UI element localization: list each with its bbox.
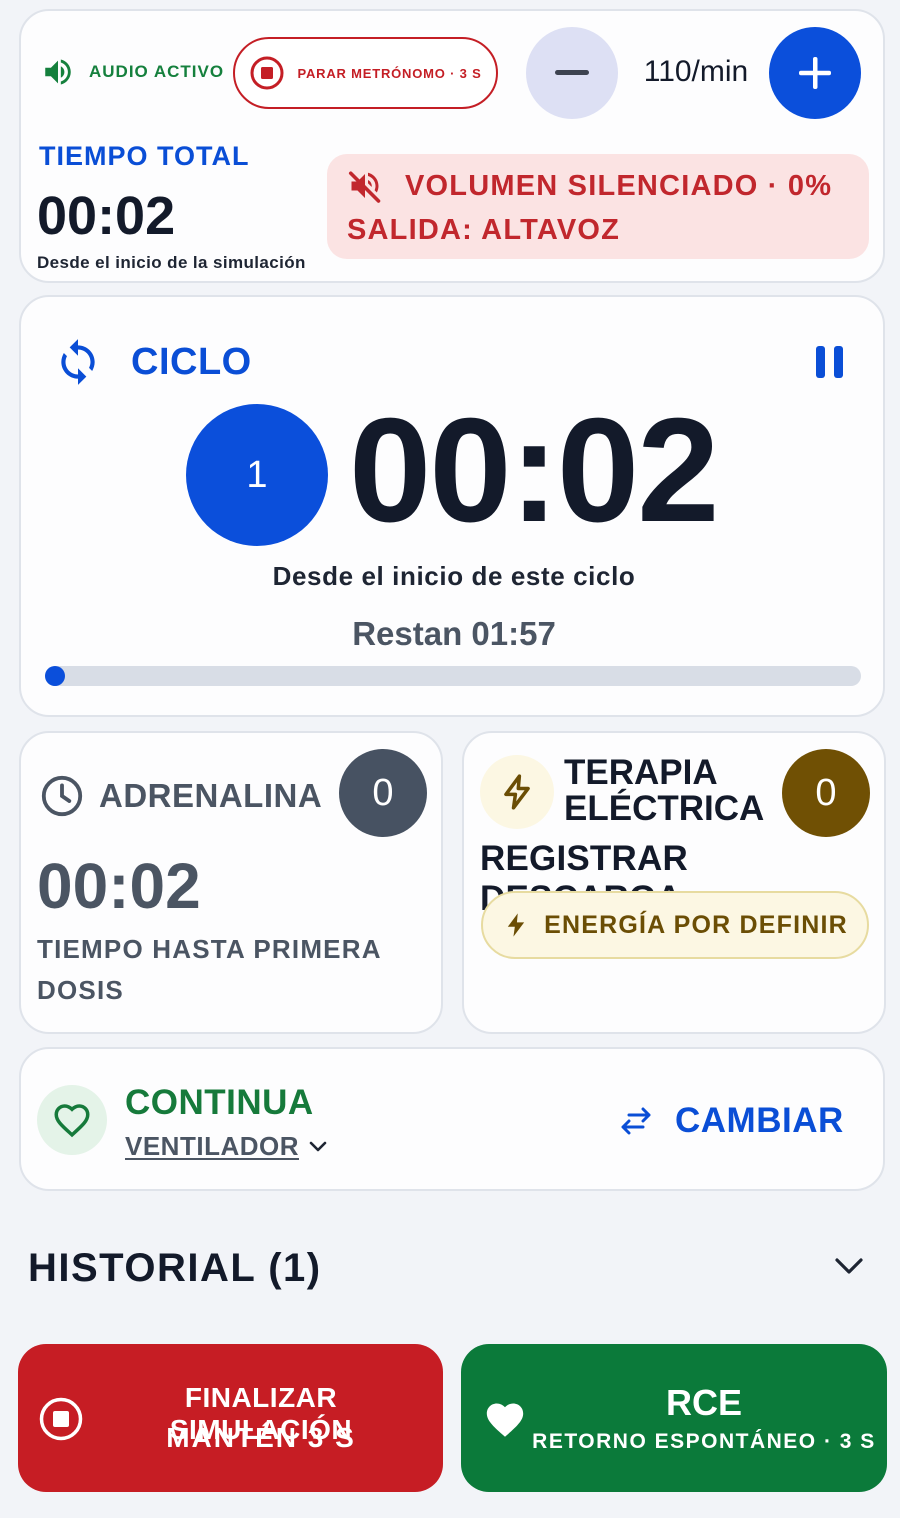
rhythm-card: CONTINUA VENTILADOR CAMBIAR <box>19 1047 885 1191</box>
bpm-value: 110/min <box>643 55 749 88</box>
bolt-icon <box>502 909 530 941</box>
end-simulation-hold-hint: MANTÉN 3 S <box>166 1422 356 1453</box>
adrenaline-title: ADRENALINA <box>99 777 323 814</box>
chevron-down-icon <box>834 1256 864 1276</box>
stop-circle-icon <box>249 55 285 91</box>
therapy-title-line1: TERAPIA <box>564 753 718 792</box>
volume-muted-warning: VOLUMEN SILENCIADO · 0% SALIDA: ALTAVOZ <box>327 154 869 259</box>
mute-warning-volume: VOLUMEN SILENCIADO · 0% <box>405 169 833 202</box>
therapy-title: TERAPIA ELÉCTRICA <box>564 755 764 827</box>
rhythm-icon-badge <box>37 1085 107 1155</box>
cycle-remaining: Restan 01:57 <box>352 615 556 652</box>
minus-icon <box>555 70 589 76</box>
rhythm-name: CONTINUA <box>125 1083 314 1122</box>
clock-icon <box>39 773 85 819</box>
total-time-label: TIEMPO TOTAL <box>39 141 250 171</box>
chevron-down-icon <box>309 1141 327 1153</box>
device-label: VENTILADOR <box>125 1131 299 1161</box>
cycle-number-badge: 1 <box>186 404 328 546</box>
cycle-title: CICLO <box>131 340 252 383</box>
audio-status-label: AUDIO ACTIVO <box>89 62 225 81</box>
heart-icon <box>483 1398 527 1438</box>
total-time-subtitle: Desde el inicio de la simulación <box>37 253 306 272</box>
shock-count-badge: 0 <box>782 749 870 837</box>
change-rhythm-button[interactable]: CAMBIAR <box>619 1101 844 1141</box>
cycle-header: CICLO <box>53 337 252 387</box>
cycle-progress-bar <box>45 666 861 686</box>
rce-subtitle: RETORNO ESPONTÁNEO · 3 S <box>532 1430 876 1453</box>
history-toggle[interactable] <box>834 1256 864 1276</box>
cycle-timer: 00:02 <box>349 388 720 553</box>
adrenaline-header: ADRENALINA <box>39 773 322 819</box>
rce-label: RCE <box>665 1382 742 1423</box>
adrenaline-subtitle: TIEMPO HASTA PRIMERA DOSIS <box>37 934 381 1005</box>
total-time-value: 00:02 <box>37 186 176 246</box>
pause-icon <box>815 345 845 379</box>
mute-warning-row: VOLUMEN SILENCIADO · 0% <box>347 168 832 204</box>
stop-metronome-button[interactable]: PARAR METRÓNOMO · 3 S <box>233 37 498 109</box>
cycle-progress-fill <box>45 666 65 686</box>
bolt-icon <box>498 773 536 811</box>
energy-select-button[interactable]: ENERGÍA POR DEFINIR <box>481 891 869 959</box>
top-status-card: AUDIO ACTIVO PARAR METRÓNOMO · 3 S 110/m… <box>19 9 885 283</box>
adrenaline-card[interactable]: ADRENALINA 0 00:02 TIEMPO HASTA PRIMERA … <box>19 731 443 1034</box>
mute-warning-output: SALIDA: ALTAVOZ <box>347 214 621 246</box>
pause-button[interactable] <box>815 345 845 379</box>
electric-therapy-card[interactable]: TERAPIA ELÉCTRICA 0 REGISTRAR DESCARGA E… <box>462 731 886 1034</box>
adrenaline-count-badge: 0 <box>339 749 427 837</box>
stop-metronome-label: PARAR METRÓNOMO · 3 S <box>297 65 482 81</box>
decrease-bpm-button[interactable] <box>526 27 618 119</box>
increase-bpm-button[interactable] <box>769 27 861 119</box>
change-rhythm-label: CAMBIAR <box>675 1101 844 1140</box>
cycle-subtitle: Desde el inicio de este ciclo <box>272 561 636 591</box>
therapy-icon-badge <box>480 755 554 829</box>
sync-icon <box>53 337 103 387</box>
heart-outline-icon <box>51 1099 93 1141</box>
rce-button[interactable]: RCE RETORNO ESPONTÁNEO · 3 S <box>461 1344 887 1492</box>
cycle-card: CICLO 1 00:02 Desde el inicio de este ci… <box>19 295 885 717</box>
muted-speaker-icon <box>347 168 383 204</box>
therapy-title-line2: ELÉCTRICA <box>564 789 765 828</box>
adrenaline-timer: 00:02 <box>37 850 201 922</box>
plus-icon <box>797 55 833 91</box>
audio-toggle[interactable]: AUDIO ACTIVO <box>41 55 224 89</box>
swap-arrows-icon <box>619 1106 653 1136</box>
history-title[interactable]: HISTORIAL (1) <box>28 1246 322 1291</box>
energy-label: ENERGÍA POR DEFINIR <box>544 910 848 939</box>
speaker-icon <box>41 55 75 89</box>
end-simulation-button[interactable]: FINALIZAR SIMULACIÓN MANTÉN 3 S <box>18 1344 443 1492</box>
device-selector[interactable]: VENTILADOR <box>125 1131 327 1162</box>
stop-circle-icon <box>38 1396 84 1442</box>
